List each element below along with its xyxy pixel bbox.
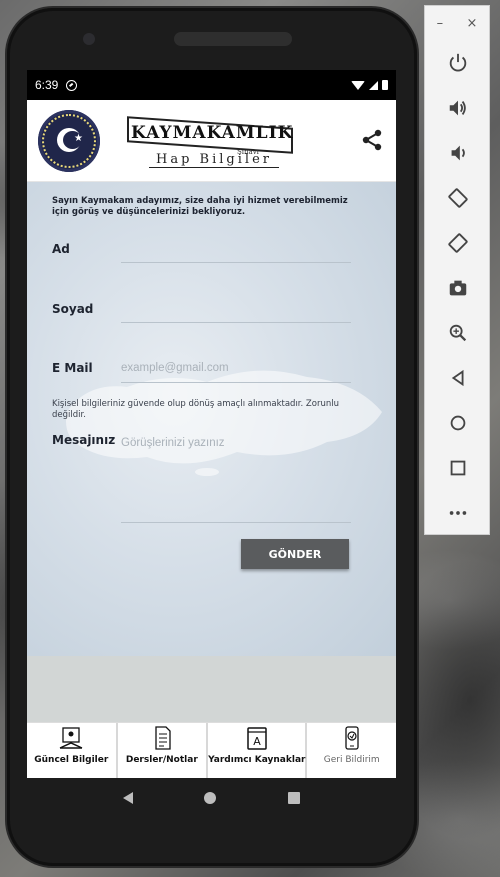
close-button[interactable]: ×: [466, 16, 477, 31]
message-label: Mesajınız: [52, 433, 116, 447]
email-label: E Mail: [52, 361, 93, 375]
nav-geri-bildirim[interactable]: Geri Bildirim: [307, 723, 396, 778]
overview-button[interactable]: [425, 445, 491, 490]
volume-up-icon: [449, 100, 466, 115]
power-icon: [449, 53, 467, 71]
nav-yardimci-kaynaklar[interactable]: A Yardımcı Kaynaklar: [208, 723, 308, 778]
emblem-logo: ★: [38, 110, 100, 172]
status-time: 6:39: [35, 78, 59, 92]
nav-label: Dersler/Notlar: [125, 755, 198, 765]
system-recents-button[interactable]: [288, 792, 301, 804]
rotate-left-button[interactable]: [425, 175, 491, 220]
nav-label: Geri Bildirim: [323, 755, 380, 765]
book-reader-icon: [59, 727, 83, 749]
rotate-right-icon: [448, 232, 468, 253]
more-button[interactable]: [425, 490, 491, 535]
last-name-input[interactable]: [121, 296, 351, 318]
zoom-icon: [449, 324, 467, 341]
phone-frame: 6:39 ★ KAYMAKAMLIK Sınavı Hap Bilgiler S…: [7, 8, 417, 866]
logo-title: KAYMAKAMLIK: [131, 123, 294, 143]
nav-label: Yardımcı Kaynaklar: [208, 755, 306, 765]
phone-screen: 6:39 ★ KAYMAKAMLIK Sınavı Hap Bilgiler S…: [27, 70, 396, 778]
emulator-toolbar: – ×: [424, 5, 490, 535]
last-name-label: Soyad: [52, 302, 94, 316]
rotate-left-icon: [448, 187, 468, 208]
status-icons: [351, 80, 388, 90]
minimize-button[interactable]: –: [437, 16, 444, 31]
cellular-icon: [369, 80, 378, 90]
wifi-icon: [351, 80, 365, 90]
nav-dersler-notlar[interactable]: Dersler/Notlar: [118, 723, 209, 778]
power-button[interactable]: [425, 40, 491, 85]
do-not-disturb-icon: [66, 79, 78, 91]
first-name-input[interactable]: [121, 236, 351, 258]
book-a-icon: A: [247, 727, 267, 750]
camera-icon: [449, 280, 467, 295]
email-underline: [121, 382, 351, 383]
submit-button[interactable]: GÖNDER: [241, 539, 349, 569]
earpiece-speaker: [174, 32, 292, 46]
volume-down-icon: [451, 145, 465, 160]
bottom-navigation: Güncel Bilgiler Dersler/Notlar A Yardımc…: [27, 722, 396, 778]
email-input[interactable]: [121, 357, 351, 379]
share-icon: [362, 129, 382, 151]
system-navigation-bar: [27, 778, 396, 818]
svg-text:A: A: [253, 735, 261, 748]
app-header: ★ KAYMAKAMLIK Sınavı Hap Bilgiler: [27, 100, 396, 182]
message-underline: [121, 522, 351, 523]
nav-guncel-bilgiler[interactable]: Güncel Bilgiler: [27, 723, 118, 778]
message-input[interactable]: [121, 432, 351, 454]
privacy-note: Kişisel bilgileriniz güvende olup dönüş …: [52, 399, 339, 420]
intro-text: Sayın Kaymakam adayımız, size daha iyi h…: [52, 196, 348, 217]
rotate-right-button[interactable]: [425, 220, 491, 265]
screenshot-button[interactable]: [425, 265, 491, 310]
last-name-underline: [121, 322, 351, 323]
star-icon: ★: [74, 133, 83, 144]
more-icon: [449, 510, 467, 515]
app-logo: KAYMAKAMLIK Sınavı Hap Bilgiler: [119, 116, 303, 168]
front-camera: [83, 33, 95, 45]
system-home-button[interactable]: [204, 792, 217, 804]
volume-down-button[interactable]: [425, 130, 491, 175]
first-name-underline: [121, 262, 351, 263]
back-icon: [451, 369, 464, 386]
phone-feedback-icon: [345, 726, 359, 750]
bottom-spacer: [27, 656, 396, 722]
battery-icon: [382, 80, 388, 90]
logo-subtitle: Hap Bilgiler: [149, 152, 279, 168]
home-button[interactable]: [425, 400, 491, 445]
toolbar-window-controls: – ×: [425, 6, 489, 40]
share-button[interactable]: [360, 128, 384, 152]
feedback-form: Sayın Kaymakam adayımız, size daha iyi h…: [27, 182, 396, 656]
system-back-button[interactable]: [122, 792, 133, 804]
nav-label: Güncel Bilgiler: [34, 755, 109, 765]
document-icon: [155, 726, 171, 750]
back-button[interactable]: [425, 355, 491, 400]
overview-icon: [450, 460, 466, 475]
first-name-label: Ad: [52, 242, 70, 256]
status-bar: 6:39: [27, 70, 396, 100]
zoom-button[interactable]: [425, 310, 491, 355]
home-icon: [450, 415, 466, 430]
volume-up-button[interactable]: [425, 85, 491, 130]
